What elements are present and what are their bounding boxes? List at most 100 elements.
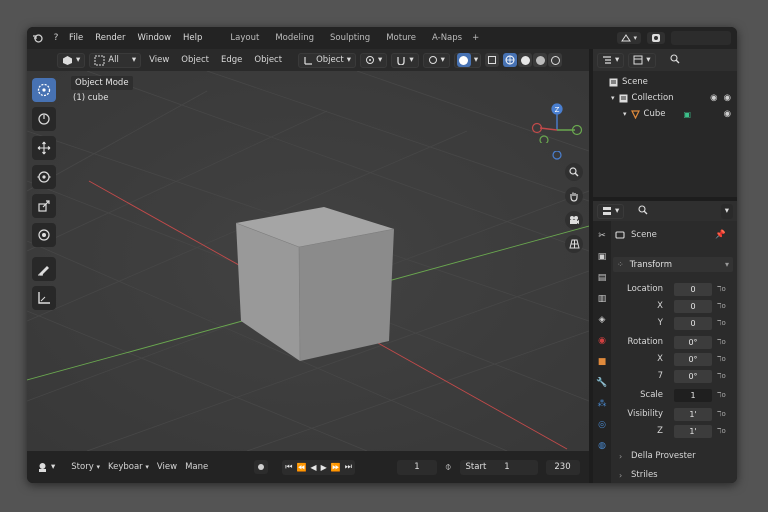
workspace-tab-modeling[interactable]: Modeling (267, 33, 322, 43)
menu-object[interactable]: Object (177, 55, 213, 65)
solid-shading-icon[interactable] (518, 53, 533, 67)
marker-menu[interactable]: Mane (185, 462, 208, 472)
start-frame-field[interactable]: 1 (504, 462, 509, 472)
z-field[interactable]: 1' (674, 424, 712, 438)
keyframe-icon[interactable]: ℸo (717, 391, 726, 399)
location-field[interactable]: 0 (674, 282, 712, 296)
outliner-search-icon[interactable] (670, 53, 680, 67)
jump-end-icon[interactable]: ⏭ (345, 462, 352, 472)
gizmo-y-neg-icon[interactable] (539, 135, 549, 143)
workspace-tab-sculpting[interactable]: Soulpting (322, 33, 378, 43)
menu-file[interactable]: File (63, 33, 89, 43)
material-shading-icon[interactable] (533, 53, 548, 67)
keyframe-filter-icon[interactable]: ⌽ (445, 460, 452, 474)
keyframe-icon[interactable]: ℸo (717, 427, 726, 435)
pivot-point-dropdown[interactable]: ▾ (360, 52, 388, 68)
outliner-row-scene[interactable]: Scene (593, 74, 737, 90)
expand-arrow-icon[interactable]: ▾ (623, 110, 627, 118)
transform-panel-header[interactable]: ⁘ Transform ▾ (613, 257, 733, 272)
xray-toggle-icon[interactable] (485, 53, 500, 67)
editor-type-selector[interactable]: ▾ (57, 52, 86, 68)
view-layer-field[interactable] (671, 31, 731, 45)
perspective-toggle-icon[interactable] (565, 235, 583, 253)
tool-tab-icon[interactable]: ✂ (595, 229, 609, 243)
menu-edge[interactable]: Edge (217, 55, 246, 65)
select-mode-dropdown[interactable]: All ▾ (89, 52, 142, 68)
menu-render[interactable]: Render (89, 33, 131, 43)
play-reverse-icon[interactable]: ◀ (310, 463, 316, 472)
outliner-editor-selector[interactable]: ▾ (597, 52, 625, 68)
properties-options-dropdown[interactable]: ▾ (720, 203, 733, 219)
next-keyframe-icon[interactable]: ⏩ (331, 463, 341, 472)
visibility-field[interactable]: 1' (674, 407, 712, 421)
add-workspace-button[interactable]: + (470, 33, 481, 43)
jump-start-icon[interactable]: ⏮ (285, 462, 292, 472)
modifier-tab-icon[interactable]: 🔧 (595, 376, 609, 390)
zoom-view-icon[interactable] (565, 163, 583, 181)
view-layer-tab-icon[interactable]: ▥ (595, 292, 609, 306)
transform-tool-icon[interactable] (32, 223, 56, 247)
display-mode-selector[interactable]: ▾ (628, 52, 656, 68)
outliner-row-cube[interactable]: ▾ Cube ▣ ◉ (593, 106, 737, 122)
menu-window[interactable]: Window (132, 33, 178, 43)
rotation-z-field[interactable]: 0° (674, 369, 712, 383)
render-tab-icon[interactable]: ▣ (595, 250, 609, 264)
snap-dropdown[interactable]: ▾ (391, 52, 419, 68)
pan-hand-icon[interactable] (565, 187, 583, 205)
overlays-dropdown[interactable]: ▾ (453, 52, 482, 68)
workspace-tab-layout[interactable]: Layout (222, 33, 267, 43)
rotation-field[interactable]: 0° (674, 335, 712, 349)
rotation-x-field[interactable]: 0° (674, 352, 712, 366)
menu-view[interactable]: View (145, 55, 173, 65)
timeline-view-menu[interactable]: View (157, 462, 177, 472)
scene-selector[interactable]: ▾ (617, 32, 641, 44)
location-y-field[interactable]: 0 (674, 316, 712, 330)
constraints-tab-icon[interactable]: ◍ (595, 439, 609, 453)
menu-object-2[interactable]: Object (250, 55, 286, 65)
3d-viewport[interactable]: Object Mode (1) cube Z (27, 71, 589, 451)
current-frame-field[interactable]: 1 (396, 459, 437, 475)
transform-orientation-dropdown[interactable]: Object ▾ (298, 52, 357, 68)
visibility-eye-icon[interactable]: ◉ (724, 109, 731, 119)
mesh-data-icon[interactable]: ▣ (683, 110, 691, 119)
object-tab-icon[interactable]: ■ (595, 355, 609, 369)
help-icon[interactable]: ? (49, 31, 63, 45)
keyframe-icon[interactable]: ℸo (717, 319, 726, 327)
particles-tab-icon[interactable]: ⁂ (595, 397, 609, 411)
cursor-tool-icon[interactable] (32, 107, 56, 131)
playback-menu[interactable]: Story ▾ (71, 462, 100, 472)
scale-field[interactable]: 1 (674, 388, 712, 402)
render-shading-icon[interactable] (548, 53, 563, 67)
keyframe-icon[interactable]: ℸo (717, 338, 726, 346)
keyframe-icon[interactable]: ℸo (717, 302, 726, 310)
workspace-tab-moture[interactable]: Moture (378, 33, 424, 43)
navigation-gizmo[interactable]: Z (527, 73, 589, 143)
proportional-edit-dropdown[interactable]: ▾ (422, 52, 450, 68)
camera-view-icon[interactable] (565, 211, 583, 229)
move-tool-icon[interactable] (32, 136, 56, 160)
keyframe-icon[interactable]: ℸo (717, 285, 726, 293)
keyframe-icon[interactable]: ℸo (717, 355, 726, 363)
keyframe-icon[interactable]: ℸo (717, 410, 726, 418)
end-frame-field[interactable]: 230 (545, 459, 580, 475)
properties-search-icon[interactable] (638, 204, 648, 218)
physics-tab-icon[interactable]: ◎ (595, 418, 609, 432)
subpanel-della-provester[interactable]: › Della Provester (611, 448, 737, 464)
auto-keying-toggle-icon[interactable] (254, 460, 269, 474)
outliner-row-collection[interactable]: ▾ Collection ◉ ◉ (593, 90, 737, 106)
blender-logo-icon[interactable] (31, 31, 45, 45)
world-tab-icon[interactable]: ◉ (595, 334, 609, 348)
keyframe-icon[interactable]: ℸo (717, 372, 726, 380)
properties-editor-selector[interactable]: ▾ (597, 203, 625, 219)
pin-icon[interactable]: 📌 (715, 230, 726, 240)
expand-arrow-icon[interactable]: ▾ (611, 94, 615, 102)
menu-help[interactable]: Help (177, 33, 208, 43)
visibility-eye-icon[interactable]: ◉ (724, 93, 731, 103)
scale-tool-icon[interactable] (32, 194, 56, 218)
workspace-tab-a-naps[interactable]: A-Naps (424, 33, 470, 43)
prev-keyframe-icon[interactable]: ⏪ (296, 463, 306, 472)
timeline-editor-selector[interactable]: ▾ (33, 460, 59, 475)
subpanel-striles[interactable]: › Striles (611, 467, 737, 483)
annotate-tool-icon[interactable] (32, 257, 56, 281)
wireframe-shading-icon[interactable] (503, 53, 518, 67)
